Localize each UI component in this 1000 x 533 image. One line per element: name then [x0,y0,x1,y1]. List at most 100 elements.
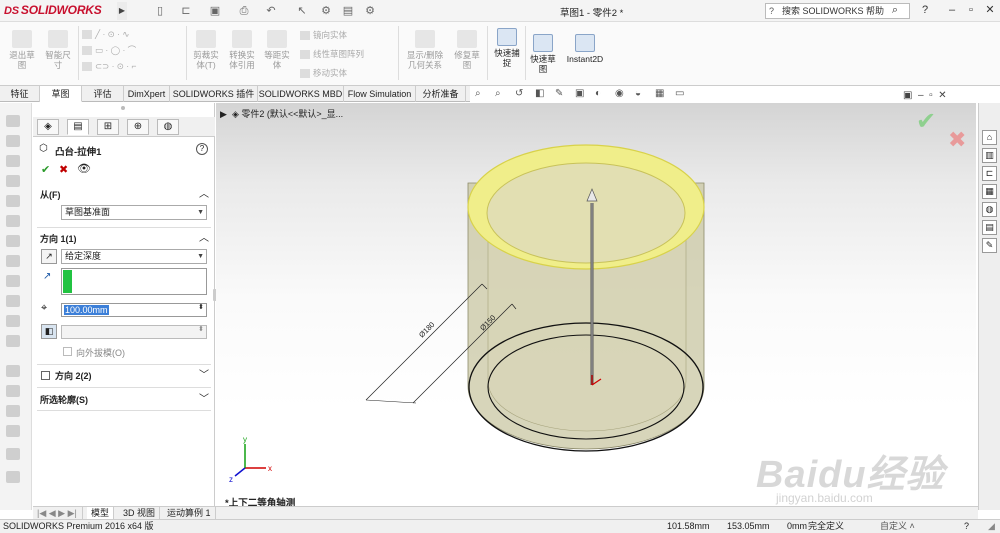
direction-selection-box[interactable] [61,268,207,295]
shell-icon[interactable] [6,335,20,347]
loft-icon[interactable] [6,175,20,187]
spinner-icon[interactable]: ⬍ [198,325,204,333]
tab-analysis-prep[interactable]: 分析准备 [416,86,466,102]
dim-outer-text[interactable]: Ø180 [417,320,436,339]
pm-help-icon[interactable]: ? [196,143,208,155]
previous-view-icon[interactable]: ↺ [515,88,529,99]
rib-icon[interactable] [6,295,20,307]
scene-icon[interactable]: ▦ [655,88,669,99]
feature-manager-tab-icon[interactable]: ◈ [37,119,59,135]
tab-addins[interactable]: SOLIDWORKS 插件 [170,86,258,102]
tab-dimxpert[interactable]: DimXpert [124,86,170,102]
tab-sketch[interactable]: 草图 [40,86,82,102]
rebuild-icon[interactable]: ⚙ [318,4,334,18]
view-palette-icon[interactable]: ▦ [982,184,997,199]
mirror-entities-item[interactable]: 镜向实体 [300,29,347,42]
tab-flow-simulation[interactable]: Flow Simulation [344,86,416,102]
draft-angle-input[interactable]: ⬍ [61,325,207,339]
file-explorer-icon[interactable]: ⊏ [982,166,997,181]
trim-entities-button[interactable]: 剪裁实 体(T) [189,30,223,70]
select-icon[interactable]: ↖ [294,4,310,18]
help-menu-icon[interactable]: ? [918,2,932,18]
menu-expand-icon[interactable]: ▶ [117,2,127,20]
appearances-icon[interactable]: ◍ [982,202,997,217]
solidworks-logo[interactable]: DS SOLIDWORKS [4,3,102,19]
display-relations-button[interactable]: 显示/删除 几何关系 [402,30,448,70]
smart-dimension-button[interactable]: 智能尺 寸 [40,30,76,70]
tile-icon[interactable]: ▣ [903,90,912,101]
line-tool-icon[interactable]: ╱ · ⊙ · ∿ [82,28,129,41]
preview-eye-icon[interactable]: 👁 [77,162,91,175]
hide-show-icon[interactable]: ◉ [615,88,629,99]
spinner-icon[interactable]: ⬍ [198,303,204,311]
from-select[interactable]: 草图基准面 ▼ [61,205,207,220]
reverse-direction-icon[interactable]: ↗ [41,249,57,264]
rect-tool-icon[interactable]: ▭ · ◯ · ⌒ [82,44,136,57]
hole-icon[interactable] [6,235,20,247]
view-settings-icon[interactable]: ▭ [675,88,689,99]
undo-icon[interactable]: ↶ [263,4,279,18]
custom-properties-icon[interactable]: ▤ [982,220,997,235]
rapid-sketch-button[interactable]: 快速草 图 [528,34,558,74]
direction2-checkbox[interactable] [41,371,50,380]
display-manager-tab-icon[interactable]: ◍ [157,119,179,135]
graphics-area[interactable]: ▶ ◈ 零件2 (默认<<默认>_显... ✔ ✖ Ø180 Ø150 x y … [216,103,976,510]
extrude-icon[interactable] [6,115,20,127]
dimxpert-manager-tab-icon[interactable]: ⊕ [127,119,149,135]
forum-icon[interactable]: ✎ [982,238,997,253]
sketch-entities-grid[interactable]: ╱ · ⊙ · ∿ ▭ · ◯ · ⌒ ⊂⊃ · ⊙ · ⌐ [82,28,182,80]
section-view-icon[interactable]: ◧ [535,88,549,99]
sweep-icon[interactable] [6,155,20,167]
dynamic-annotation-icon[interactable]: ✎ [555,88,569,99]
vp-restore-icon[interactable]: ▫ [929,90,933,101]
minimize-icon[interactable]: – [945,2,959,18]
restore-icon[interactable]: ▫ [964,2,978,18]
instant3d-icon[interactable] [6,471,20,483]
save-icon[interactable]: ▣ [207,4,223,18]
offset-entities-button[interactable]: 等距实 体 [260,30,294,70]
repair-sketch-button[interactable]: 修复草 图 [450,30,484,70]
property-manager-tab-icon[interactable]: ▤ [67,119,89,135]
units-select[interactable]: 自定义 ˄ [880,520,936,533]
tab-features[interactable]: 特征 [0,86,40,102]
draft-toggle-icon[interactable]: ◧ [41,324,57,339]
boundary-icon[interactable] [6,195,20,207]
reference-geometry-icon[interactable] [6,425,20,437]
display-style-icon[interactable]: ◐ [595,88,609,99]
mirror-feature-icon[interactable] [6,405,20,417]
view-orientation-icon[interactable]: ▣ [575,88,589,99]
close-icon[interactable]: ✕ [983,2,997,18]
vp-close-icon[interactable]: ✕ [938,90,946,101]
zoom-fit-icon[interactable]: ⌕ [475,88,489,99]
print-icon[interactable]: ⎙ [236,4,252,18]
direction2-section-header[interactable]: 方向 2(2) ﹀ [55,369,212,383]
file-props-icon[interactable]: ▤ [340,4,356,18]
design-library-icon[interactable]: ▥ [982,148,997,163]
ok-check-icon[interactable]: ✔ [41,163,50,176]
tab-evaluate[interactable]: 评估 [82,86,124,102]
draft-outward-checkbox[interactable] [63,347,72,356]
options-gear-icon[interactable]: ⚙ [362,4,378,18]
linear-pattern-item[interactable]: 线性草图阵列 [300,48,364,61]
selected-contours-header[interactable]: 所选轮廓(S) ﹀ [40,393,212,407]
wrap-icon[interactable] [6,365,20,377]
tab-mbd[interactable]: SOLIDWORKS MBD [258,86,344,102]
configuration-manager-tab-icon[interactable]: ⊞ [97,119,119,135]
cancel-x-icon[interactable]: ✖ [59,163,68,176]
cut-icon[interactable] [6,215,20,227]
instant2d-button[interactable]: Instant2D [562,34,608,64]
exit-sketch-button[interactable]: 退出草 图 [4,30,40,70]
from-section-header[interactable]: 从(F) ︿ [40,188,212,202]
vp-minimize-icon[interactable]: – [918,90,924,101]
zoom-area-icon[interactable]: ⌕ [495,88,509,99]
curves-icon[interactable] [6,448,20,460]
new-doc-icon[interactable]: ▯ [152,4,168,18]
edit-appearance-icon[interactable]: ◒ [635,88,649,99]
quick-snaps-button[interactable]: 快速捕 捉 [490,28,524,68]
depth-input[interactable]: 100.00mm ⬍ [61,303,207,317]
end-condition-select[interactable]: 给定深度 ▼ [61,249,207,264]
fillet-icon[interactable] [6,255,20,267]
search-icon[interactable]: ⌕ [888,2,902,18]
open-icon[interactable]: ⊏ [178,4,194,18]
move-entities-item[interactable]: 移动实体 [300,67,347,80]
